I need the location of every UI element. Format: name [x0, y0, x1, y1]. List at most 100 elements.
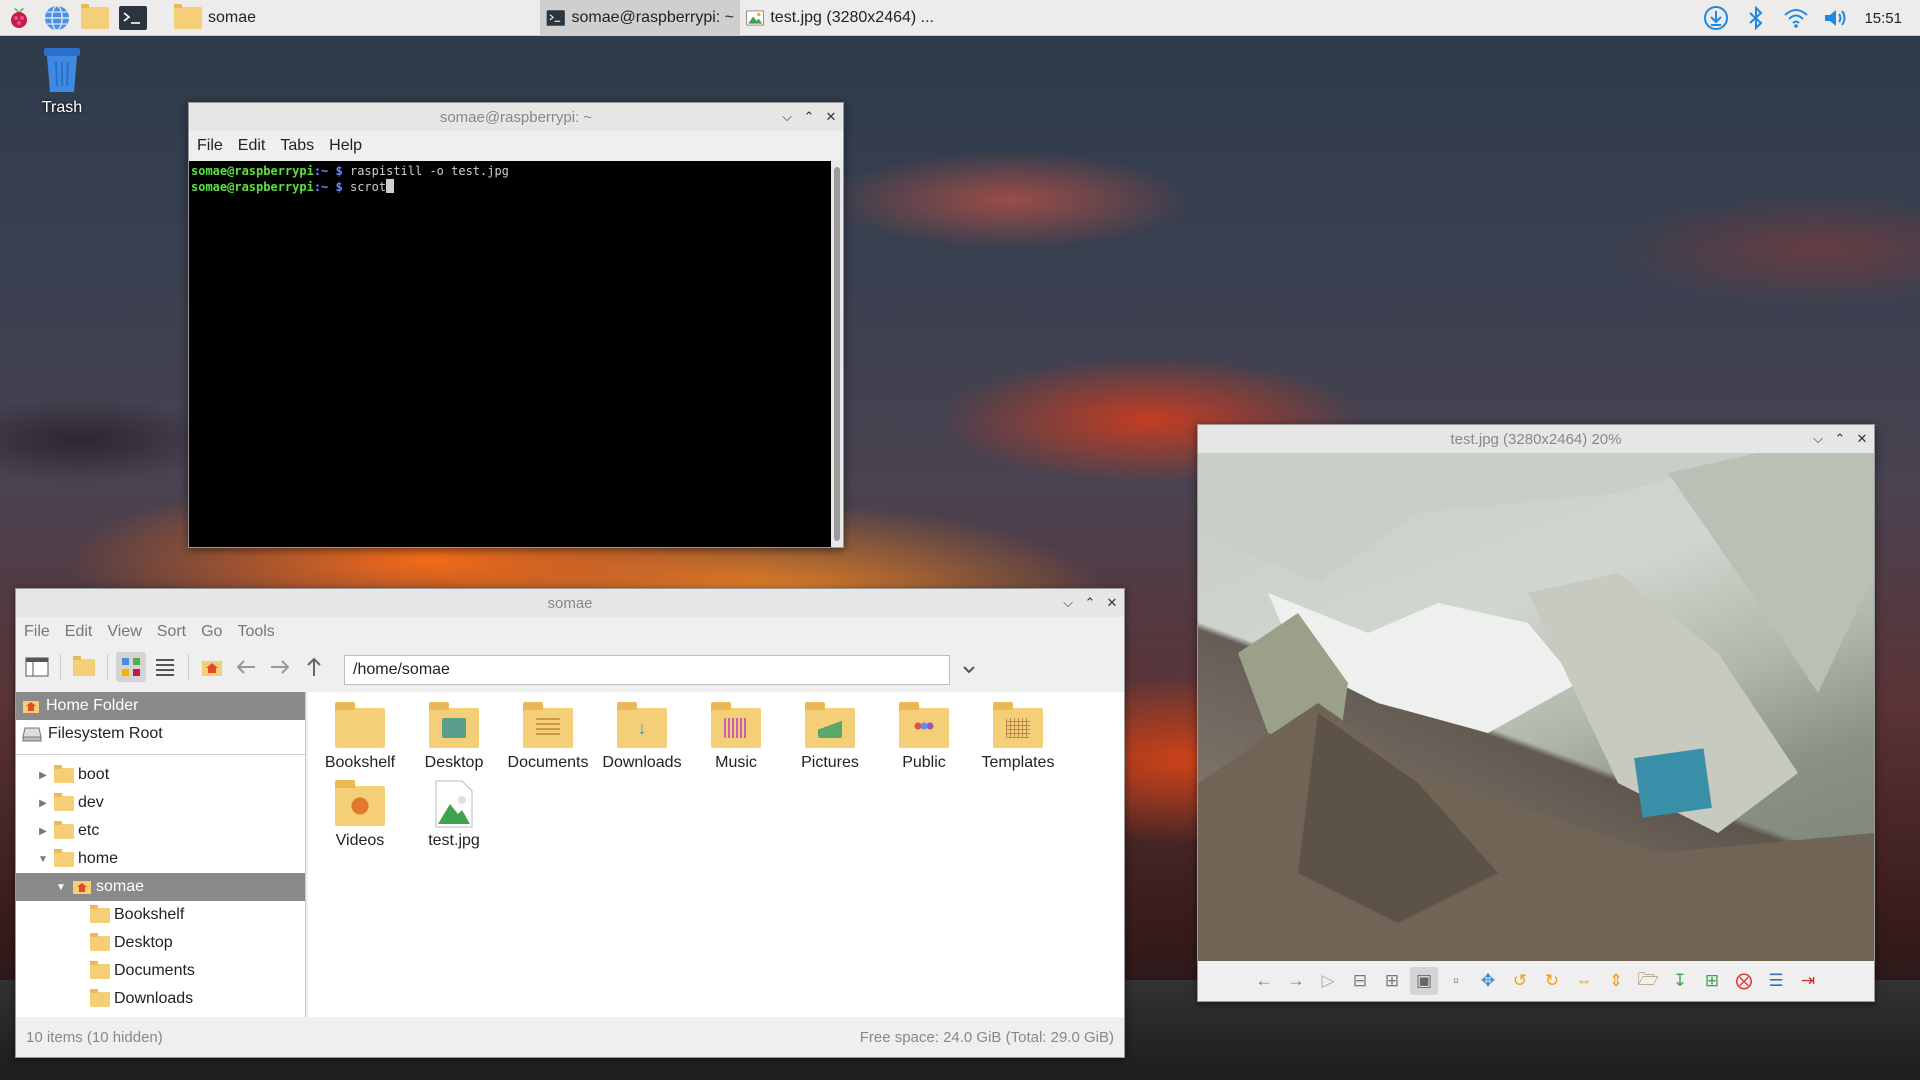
file-item-bookshelf[interactable]: Bookshelf [314, 696, 406, 772]
file-item-pictures[interactable]: Pictures [784, 696, 876, 772]
flip-vertical-button[interactable]: ⇕ [1602, 967, 1630, 995]
image-viewer-titlebar[interactable]: test.jpg (3280x2464) 20% ⌵ ⌃ ✕ [1198, 425, 1874, 453]
menu-tools[interactable]: Tools [237, 623, 283, 641]
forward-button[interactable] [265, 652, 295, 682]
open-file-button[interactable]: 🗁 [1634, 967, 1662, 995]
path-input[interactable]: /home/somae [344, 655, 950, 685]
home-button[interactable] [197, 652, 227, 682]
path-history-dropdown[interactable] [954, 655, 984, 685]
menu-help[interactable]: Help [329, 137, 371, 155]
toggle-sidebar-button[interactable] [22, 652, 52, 682]
zoom-in-button[interactable]: ⊞ [1378, 967, 1406, 995]
menu-view[interactable]: View [107, 623, 150, 641]
tree-item-etc[interactable]: ▶ etc [16, 817, 305, 845]
place-home-folder[interactable]: Home Folder [16, 692, 305, 720]
save-as-button[interactable]: ⊞ [1698, 967, 1726, 995]
menu-go[interactable]: Go [201, 623, 231, 641]
tree-item-downloads[interactable]: Downloads [16, 985, 305, 1013]
expander-icon[interactable]: ▶ [36, 770, 50, 781]
rotate-right-button[interactable]: ↻ [1538, 967, 1566, 995]
close-icon[interactable]: ✕ [1854, 431, 1870, 447]
taskbar-item-somae[interactable]: somae [168, 0, 364, 36]
close-icon[interactable]: ✕ [1104, 595, 1120, 611]
update-notifier-button[interactable] [1696, 0, 1736, 36]
minimize-icon[interactable]: ⌵ [1810, 431, 1826, 447]
taskbar-item-image-viewer[interactable]: test.jpg (3280x2464) ... [740, 0, 940, 36]
terminal-scrollbar[interactable] [831, 161, 843, 547]
bluetooth-button[interactable] [1736, 0, 1776, 36]
file-item-templates[interactable]: Templates [972, 696, 1064, 772]
expander-icon[interactable]: ▼ [36, 854, 50, 865]
globe-icon [45, 4, 69, 31]
fit-window-button[interactable]: ▣ [1410, 967, 1438, 995]
tree-item-somae[interactable]: ▼ somae [16, 873, 305, 901]
slideshow-button[interactable]: ▷ [1314, 967, 1342, 995]
file-view[interactable]: Bookshelf Desktop Documents ↓ Downloads … [308, 692, 1124, 1017]
rotate-left-button[interactable]: ↺ [1506, 967, 1534, 995]
tree-item-dev[interactable]: ▶ dev [16, 789, 305, 817]
zoom-out-button[interactable]: ⊟ [1346, 967, 1374, 995]
menu-tabs[interactable]: Tabs [280, 137, 323, 155]
file-item-downloads[interactable]: ↓ Downloads [596, 696, 688, 772]
terminal-launcher[interactable] [114, 0, 152, 36]
tree-item-boot[interactable]: ▶ boot [16, 761, 305, 789]
desktop-trash[interactable]: Trash [30, 44, 94, 117]
save-file-button[interactable]: ↧ [1666, 967, 1694, 995]
tree-item-documents[interactable]: Documents [16, 957, 305, 985]
expander-icon[interactable]: ▶ [36, 798, 50, 809]
terminal-output[interactable]: somae@raspberrypi:~ $ raspistill -o test… [189, 161, 831, 547]
raspberry-menu-button[interactable] [0, 0, 38, 36]
wifi-button[interactable] [1776, 0, 1816, 36]
original-size-button[interactable]: ▫ [1442, 967, 1470, 995]
fullscreen-button[interactable]: ✥ [1474, 967, 1502, 995]
preferences-button[interactable]: ☰ [1762, 967, 1790, 995]
tree-item-bookshelf[interactable]: Bookshelf [16, 901, 305, 929]
close-icon[interactable]: ✕ [823, 109, 839, 125]
list-view-button[interactable] [150, 652, 180, 682]
web-browser-launcher[interactable] [38, 0, 76, 36]
tree-item-desktop[interactable]: Desktop [16, 929, 305, 957]
minimize-icon[interactable]: ⌵ [1060, 595, 1076, 611]
icon-view-button[interactable] [116, 652, 146, 682]
menu-edit[interactable]: Edit [65, 623, 102, 641]
minimize-icon[interactable]: ⌵ [779, 109, 795, 125]
quit-button[interactable]: ⇥ [1794, 967, 1822, 995]
file-manager-launcher[interactable] [76, 0, 114, 36]
file-item-videos[interactable]: Videos [314, 774, 406, 850]
maximize-icon[interactable]: ⌃ [1832, 431, 1848, 447]
clock[interactable]: 15:51 [1856, 10, 1920, 27]
previous-image-button[interactable]: ← [1250, 967, 1278, 995]
flip-horizontal-button[interactable]: ⇔ [1570, 967, 1598, 995]
maximize-icon[interactable]: ⌃ [801, 109, 817, 125]
tree-item-home[interactable]: ▼ home [16, 845, 305, 873]
raspberry-icon [11, 7, 27, 28]
file-item-test-jpg[interactable]: test.jpg [408, 774, 500, 850]
back-button[interactable] [231, 652, 261, 682]
delete-file-button[interactable]: ⨂ [1730, 967, 1758, 995]
prompt-symbol: $ [328, 164, 350, 178]
new-folder-button[interactable] [69, 652, 99, 682]
menu-file[interactable]: File [197, 137, 232, 155]
maximize-icon[interactable]: ⌃ [1082, 595, 1098, 611]
file-item-public[interactable]: Public [878, 696, 970, 772]
menu-sort[interactable]: Sort [157, 623, 195, 641]
scrollbar-thumb[interactable] [834, 167, 840, 541]
up-button[interactable] [299, 652, 329, 682]
taskbar-item-terminal[interactable]: somae@raspberrypi: ~ [540, 0, 740, 36]
file-item-music[interactable]: Music [690, 696, 782, 772]
file-manager-titlebar[interactable]: somae ⌵ ⌃ ✕ [16, 589, 1124, 617]
image-canvas[interactable] [1198, 453, 1874, 961]
tree-item-label: somae [96, 878, 145, 895]
file-item-documents[interactable]: Documents [502, 696, 594, 772]
expander-icon[interactable]: ▶ [36, 826, 50, 837]
menu-edit[interactable]: Edit [238, 137, 275, 155]
expander-icon[interactable]: ▼ [54, 882, 68, 893]
new-folder-icon [73, 655, 95, 676]
next-image-button[interactable]: → [1282, 967, 1310, 995]
menu-file[interactable]: File [24, 623, 59, 641]
file-item-desktop[interactable]: Desktop [408, 696, 500, 772]
trash-icon [44, 48, 80, 92]
terminal-titlebar[interactable]: somae@raspberrypi: ~ ⌵ ⌃ ✕ [189, 103, 843, 131]
volume-button[interactable] [1816, 0, 1856, 36]
place-filesystem-root[interactable]: Filesystem Root [16, 720, 305, 748]
